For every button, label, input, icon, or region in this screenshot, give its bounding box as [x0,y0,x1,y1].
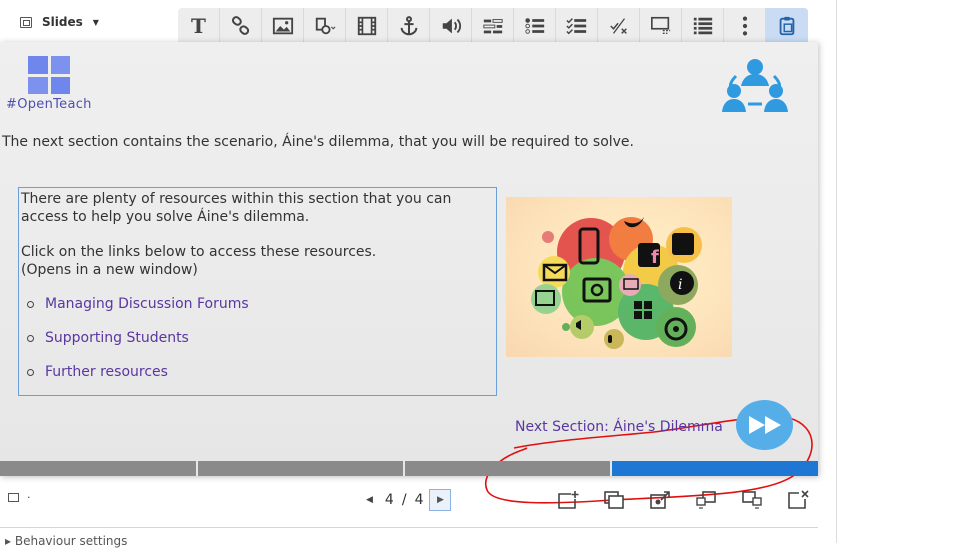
intro-text: The next section contains the scenario, … [2,134,634,150]
video-icon [357,16,376,36]
pager-separator: / [401,492,407,508]
slides-dropdown[interactable]: Slides ▼ [20,15,99,29]
video-button[interactable] [346,8,388,44]
slide-progress-bar [0,461,818,476]
single-choice-icon [524,18,544,34]
chevron-down-icon: ▼ [92,17,99,27]
slide-thumbnail-toggle[interactable]: · [8,491,31,504]
next-section-link[interactable]: Next Section: Áine's Dilemma [515,419,723,435]
instruction-line: Click on the links below to access these… [21,244,377,260]
next-slide-button[interactable]: ▶ [429,489,452,511]
clone-slide-icon [604,491,624,509]
content-toolbar: T [178,8,808,44]
drag-text-icon [650,16,670,35]
single-choice-button[interactable] [514,8,556,44]
social-media-image: f i [506,197,732,357]
true-false-button[interactable] [598,8,640,44]
slide-settings-icon [650,491,670,509]
audio-button[interactable] [430,8,472,44]
shapes-icon [315,17,335,35]
link-managing-discussion-forums[interactable]: Managing Discussion Forums [27,295,494,313]
slide-pager: ◀ 4 / 4 ▶ [366,489,452,511]
progress-segment-3[interactable] [405,461,610,476]
opens-new-window-note: (Opens in a new window) [21,262,198,278]
slide-actions [545,490,821,510]
delete-slide-icon [788,490,809,509]
fill-in-blanks-button[interactable] [472,8,514,44]
thumbnail-icon [8,493,19,502]
slide-canvas: #OpenTeach The next section contains the… [0,42,818,504]
expand-icon: ▸ [5,534,15,548]
group-people-icon [722,59,788,112]
total-slide-number: 4 [414,492,424,508]
paste-button[interactable] [766,8,808,44]
anchor-icon [400,16,417,36]
move-slide-right-button[interactable] [729,490,775,510]
move-right-icon [742,491,762,509]
slides-icon [20,16,32,28]
move-left-icon [696,491,716,509]
right-divider [836,0,837,543]
text-button[interactable]: T [178,8,220,44]
link-further-resources[interactable]: Further resources [27,363,494,381]
audio-icon [442,18,461,34]
behaviour-settings-label: Behaviour settings [14,534,128,548]
image-icon [272,17,293,35]
add-slide-icon [558,491,579,509]
link-label: Managing Discussion Forums [45,296,249,312]
fill-in-blanks-icon [482,19,503,34]
resource-links: Managing Discussion Forums Supporting St… [21,295,494,381]
bullet-icon [27,368,34,376]
svg-text:f: f [651,247,659,268]
add-slide-button[interactable] [545,490,591,510]
next-section-button[interactable] [736,400,793,450]
image-button[interactable] [262,8,304,44]
multi-choice-button[interactable] [556,8,598,44]
resources-paragraph: There are plenty of resources within thi… [21,191,452,225]
link-label: Further resources [45,364,168,380]
current-slide-number: 4 [384,492,394,508]
progress-segment-4-current[interactable] [612,461,818,476]
summary-button[interactable] [682,8,724,44]
delete-slide-button[interactable] [775,490,821,510]
text-icon: T [191,14,206,38]
more-icon [742,16,747,36]
behaviour-settings-header[interactable]: ▸ Behaviour settings [0,527,818,548]
more-button[interactable] [724,8,766,44]
summary-icon [693,17,712,35]
link-button[interactable] [220,8,262,44]
resources-box: There are plenty of resources within thi… [18,187,497,396]
fast-forward-icon [748,416,781,434]
link-supporting-students[interactable]: Supporting Students [27,329,494,347]
logo-text: #OpenTeach [6,97,92,112]
logo-grid-icon [28,56,70,94]
progress-segment-2[interactable] [198,461,403,476]
shapes-button[interactable] [304,8,346,44]
bullet-icon [27,334,34,342]
clone-slide-button[interactable] [591,490,637,510]
progress-segment-1[interactable] [0,461,196,476]
openteach-logo: #OpenTeach [6,56,98,112]
dot-icon: · [27,491,31,504]
edit-slide-button[interactable] [637,490,683,510]
drag-text-button[interactable] [640,8,682,44]
true-false-icon [609,18,627,34]
previous-slide-icon[interactable]: ◀ [366,495,373,505]
link-label: Supporting Students [45,330,189,346]
link-icon [231,16,249,35]
paste-icon [779,16,795,36]
anchor-button[interactable] [388,8,430,44]
slides-label: Slides [42,15,83,29]
multi-choice-icon [565,18,586,35]
bullet-icon [27,300,34,308]
move-slide-left-button[interactable] [683,490,729,510]
svg-text:i: i [678,277,682,293]
